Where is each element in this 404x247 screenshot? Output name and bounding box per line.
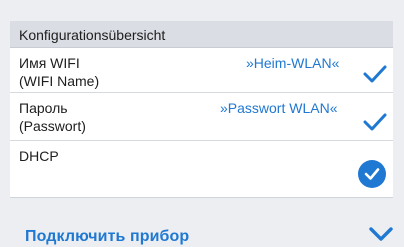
wifi-name-label-secondary: (WIFI Name): [19, 73, 100, 89]
config-row-wifi-name: Имя WIFI (WIFI Name) »Heim-WLAN«: [10, 48, 393, 93]
connect-device-label[interactable]: Подключить прибор: [25, 228, 189, 246]
config-summary-header: Konfigurationsübersicht: [10, 21, 393, 48]
checkmark-icon: [363, 65, 387, 83]
password-label-secondary: (Passwort): [19, 118, 86, 134]
password-value: »Passwort WLAN«: [220, 100, 338, 116]
wifi-name-label: Имя WIFI (WIFI Name): [19, 54, 99, 90]
password-label-primary: Пароль: [19, 100, 68, 116]
checkmark-icon: [364, 168, 380, 180]
dhcp-label: DHCP: [19, 147, 59, 165]
connect-device-section[interactable]: Подключить прибор: [0, 209, 404, 247]
panel-title: Konfigurationsübersicht: [19, 27, 166, 43]
checkmark-circle-icon: [358, 160, 386, 188]
dhcp-label-primary: DHCP: [19, 148, 59, 164]
config-row-dhcp: DHCP: [10, 141, 393, 197]
config-summary-panel: Konfigurationsübersicht Имя WIFI (WIFI N…: [10, 21, 393, 198]
wifi-name-value: »Heim-WLAN«: [246, 55, 340, 71]
chevron-down-icon[interactable]: [369, 226, 393, 242]
wifi-name-label-primary: Имя WIFI: [19, 55, 80, 71]
checkmark-icon: [363, 113, 387, 131]
config-row-password: Пароль (Passwort) »Passwort WLAN«: [10, 93, 393, 141]
password-label: Пароль (Passwort): [19, 99, 86, 135]
